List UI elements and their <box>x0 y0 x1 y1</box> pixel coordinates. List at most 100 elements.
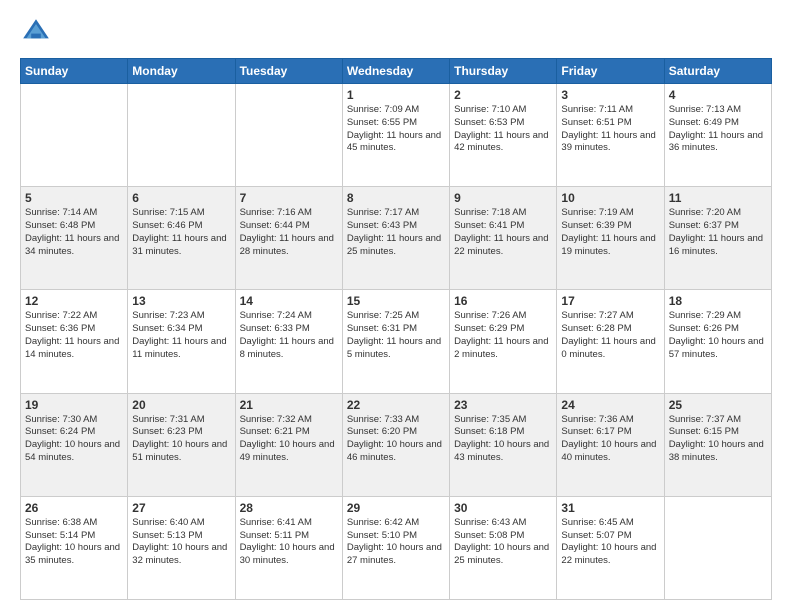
calendar-cell: 21 Sunrise: 7:32 AM Sunset: 6:21 PM Dayli… <box>235 393 342 496</box>
day-info: Sunrise: 7:31 AM Sunset: 6:23 PM Dayligh… <box>132 414 230 465</box>
calendar-cell <box>235 84 342 187</box>
day-info: Sunrise: 6:45 AM Sunset: 5:07 PM Dayligh… <box>561 517 659 568</box>
day-info: Sunrise: 6:40 AM Sunset: 5:13 PM Dayligh… <box>132 517 230 568</box>
day-number: 27 <box>132 501 230 515</box>
day-number: 14 <box>240 294 338 308</box>
day-info: Sunrise: 7:33 AM Sunset: 6:20 PM Dayligh… <box>347 414 445 465</box>
calendar-cell: 31 Sunrise: 6:45 AM Sunset: 5:07 PM Dayli… <box>557 496 664 599</box>
calendar-week-row: 5 Sunrise: 7:14 AM Sunset: 6:48 PM Daylig… <box>21 187 772 290</box>
day-info: Sunrise: 7:20 AM Sunset: 6:37 PM Dayligh… <box>669 207 767 258</box>
day-number: 4 <box>669 88 767 102</box>
day-info: Sunrise: 7:23 AM Sunset: 6:34 PM Dayligh… <box>132 310 230 361</box>
calendar-cell <box>664 496 771 599</box>
day-header-wednesday: Wednesday <box>342 59 449 84</box>
calendar-week-row: 12 Sunrise: 7:22 AM Sunset: 6:36 PM Dayli… <box>21 290 772 393</box>
header <box>20 16 772 48</box>
day-info: Sunrise: 7:14 AM Sunset: 6:48 PM Dayligh… <box>25 207 123 258</box>
calendar-header-row: SundayMondayTuesdayWednesdayThursdayFrid… <box>21 59 772 84</box>
day-info: Sunrise: 7:22 AM Sunset: 6:36 PM Dayligh… <box>25 310 123 361</box>
calendar-cell: 25 Sunrise: 7:37 AM Sunset: 6:15 PM Dayli… <box>664 393 771 496</box>
day-number: 28 <box>240 501 338 515</box>
calendar-cell: 6 Sunrise: 7:15 AM Sunset: 6:46 PM Daylig… <box>128 187 235 290</box>
day-number: 19 <box>25 398 123 412</box>
calendar-cell <box>128 84 235 187</box>
calendar-cell: 10 Sunrise: 7:19 AM Sunset: 6:39 PM Dayli… <box>557 187 664 290</box>
calendar-cell: 30 Sunrise: 6:43 AM Sunset: 5:08 PM Dayli… <box>450 496 557 599</box>
day-info: Sunrise: 7:27 AM Sunset: 6:28 PM Dayligh… <box>561 310 659 361</box>
day-number: 30 <box>454 501 552 515</box>
calendar-cell: 17 Sunrise: 7:27 AM Sunset: 6:28 PM Dayli… <box>557 290 664 393</box>
calendar-cell: 27 Sunrise: 6:40 AM Sunset: 5:13 PM Dayli… <box>128 496 235 599</box>
day-header-thursday: Thursday <box>450 59 557 84</box>
calendar-cell: 22Sunrise: 7:33 AM Sunset: 6:20 PM Dayli… <box>342 393 449 496</box>
day-number: 5 <box>25 191 123 205</box>
day-info: Sunrise: 7:10 AM Sunset: 6:53 PM Dayligh… <box>454 104 552 155</box>
day-info: Sunrise: 7:09 AM Sunset: 6:55 PM Dayligh… <box>347 104 445 155</box>
day-number: 31 <box>561 501 659 515</box>
day-header-saturday: Saturday <box>664 59 771 84</box>
calendar-cell: 29 Sunrise: 6:42 AM Sunset: 5:10 PM Dayli… <box>342 496 449 599</box>
day-number: 23 <box>454 398 552 412</box>
calendar-cell: 24 Sunrise: 7:36 AM Sunset: 6:17 PM Dayli… <box>557 393 664 496</box>
day-number: 9 <box>454 191 552 205</box>
calendar-week-row: 1 Sunrise: 7:09 AM Sunset: 6:55 PM Daylig… <box>21 84 772 187</box>
day-info: Sunrise: 7:37 AM Sunset: 6:15 PM Dayligh… <box>669 414 767 465</box>
day-info: Sunrise: 7:18 AM Sunset: 6:41 PM Dayligh… <box>454 207 552 258</box>
day-number: 16 <box>454 294 552 308</box>
day-info: Sunrise: 7:11 AM Sunset: 6:51 PM Dayligh… <box>561 104 659 155</box>
day-info: Sunrise: 7:36 AM Sunset: 6:17 PM Dayligh… <box>561 414 659 465</box>
day-number: 24 <box>561 398 659 412</box>
day-info: Sunrise: 7:32 AM Sunset: 6:21 PM Dayligh… <box>240 414 338 465</box>
day-info: Sunrise: 7:35 AM Sunset: 6:18 PM Dayligh… <box>454 414 552 465</box>
calendar-cell: 8Sunrise: 7:17 AM Sunset: 6:43 PM Daylig… <box>342 187 449 290</box>
calendar-cell: 23 Sunrise: 7:35 AM Sunset: 6:18 PM Dayli… <box>450 393 557 496</box>
day-number: 3 <box>561 88 659 102</box>
calendar-cell: 2 Sunrise: 7:10 AM Sunset: 6:53 PM Daylig… <box>450 84 557 187</box>
day-number: 8 <box>347 191 445 205</box>
calendar-week-row: 19 Sunrise: 7:30 AM Sunset: 6:24 PM Dayli… <box>21 393 772 496</box>
day-number: 12 <box>25 294 123 308</box>
day-info: Sunrise: 7:25 AM Sunset: 6:31 PM Dayligh… <box>347 310 445 361</box>
day-info: Sunrise: 6:38 AM Sunset: 5:14 PM Dayligh… <box>25 517 123 568</box>
day-number: 29 <box>347 501 445 515</box>
calendar-cell: 14 Sunrise: 7:24 AM Sunset: 6:33 PM Dayli… <box>235 290 342 393</box>
day-number: 13 <box>132 294 230 308</box>
day-number: 6 <box>132 191 230 205</box>
calendar-cell: 19 Sunrise: 7:30 AM Sunset: 6:24 PM Dayli… <box>21 393 128 496</box>
day-number: 15 <box>347 294 445 308</box>
day-info: Sunrise: 6:43 AM Sunset: 5:08 PM Dayligh… <box>454 517 552 568</box>
day-number: 1 <box>347 88 445 102</box>
calendar-cell: 20Sunrise: 7:31 AM Sunset: 6:23 PM Dayli… <box>128 393 235 496</box>
calendar-week-row: 26 Sunrise: 6:38 AM Sunset: 5:14 PM Dayli… <box>21 496 772 599</box>
day-number: 11 <box>669 191 767 205</box>
day-number: 17 <box>561 294 659 308</box>
day-header-friday: Friday <box>557 59 664 84</box>
calendar-cell <box>21 84 128 187</box>
day-number: 7 <box>240 191 338 205</box>
calendar-cell: 4Sunrise: 7:13 AM Sunset: 6:49 PM Daylig… <box>664 84 771 187</box>
calendar-cell: 12 Sunrise: 7:22 AM Sunset: 6:36 PM Dayli… <box>21 290 128 393</box>
calendar-cell: 16 Sunrise: 7:26 AM Sunset: 6:29 PM Dayli… <box>450 290 557 393</box>
day-number: 2 <box>454 88 552 102</box>
day-info: Sunrise: 6:42 AM Sunset: 5:10 PM Dayligh… <box>347 517 445 568</box>
day-number: 10 <box>561 191 659 205</box>
day-info: Sunrise: 7:19 AM Sunset: 6:39 PM Dayligh… <box>561 207 659 258</box>
day-info: Sunrise: 7:16 AM Sunset: 6:44 PM Dayligh… <box>240 207 338 258</box>
day-number: 25 <box>669 398 767 412</box>
day-info: Sunrise: 7:26 AM Sunset: 6:29 PM Dayligh… <box>454 310 552 361</box>
day-number: 21 <box>240 398 338 412</box>
day-info: Sunrise: 7:24 AM Sunset: 6:33 PM Dayligh… <box>240 310 338 361</box>
day-info: Sunrise: 7:15 AM Sunset: 6:46 PM Dayligh… <box>132 207 230 258</box>
day-number: 18 <box>669 294 767 308</box>
day-info: Sunrise: 7:30 AM Sunset: 6:24 PM Dayligh… <box>25 414 123 465</box>
day-number: 26 <box>25 501 123 515</box>
logo-icon <box>20 16 52 48</box>
day-header-monday: Monday <box>128 59 235 84</box>
day-info: Sunrise: 7:29 AM Sunset: 6:26 PM Dayligh… <box>669 310 767 361</box>
calendar-cell: 7 Sunrise: 7:16 AM Sunset: 6:44 PM Daylig… <box>235 187 342 290</box>
day-header-tuesday: Tuesday <box>235 59 342 84</box>
day-header-sunday: Sunday <box>21 59 128 84</box>
day-info: Sunrise: 6:41 AM Sunset: 5:11 PM Dayligh… <box>240 517 338 568</box>
calendar-cell: 26 Sunrise: 6:38 AM Sunset: 5:14 PM Dayli… <box>21 496 128 599</box>
calendar-cell: 1 Sunrise: 7:09 AM Sunset: 6:55 PM Daylig… <box>342 84 449 187</box>
